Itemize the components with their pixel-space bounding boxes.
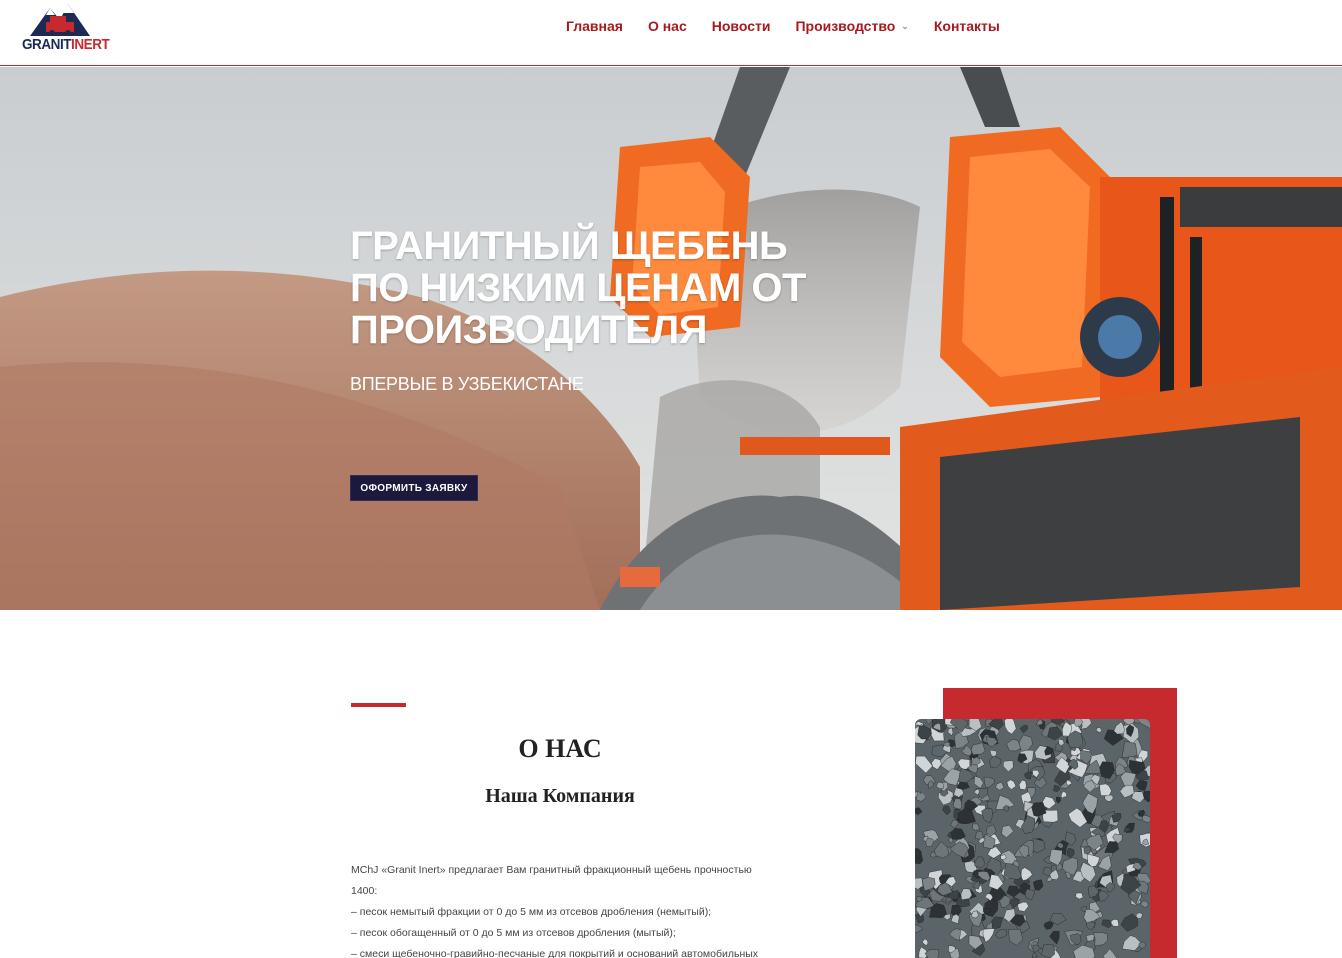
hero-subtitle: ВПЕРВЫЕ В УЗБЕКИСТАНЕ xyxy=(350,374,584,394)
about-title: О НАС xyxy=(518,734,602,763)
about-paragraph: – смеси щебеночно-гравийно-песчаные для … xyxy=(351,948,759,958)
site-header: GRANITINERT Главная О нас Новости Произв… xyxy=(0,0,1342,66)
about-paragraph: – песок немытый фракции от 0 до 5 мм из … xyxy=(351,906,712,918)
hero-title: Гранитный щебень по низким ценам от прои… xyxy=(350,224,806,352)
nav-item-contacts[interactable]: Контакты xyxy=(934,18,1000,34)
main-nav: Главная О нас Новости Производство ⌄ Конт… xyxy=(566,18,1025,34)
chevron-down-icon: ⌄ xyxy=(901,20,909,31)
nav-item-production[interactable]: Производство ⌄ xyxy=(795,18,908,34)
mountain-truck-icon xyxy=(30,4,90,36)
hero-banner: Гранитный щебень по низким ценам от прои… xyxy=(0,67,1342,610)
about-paragraph: MChJ «Granit Inert» предлагает Вам грани… xyxy=(351,864,752,897)
order-request-button[interactable]: ОФОРМИТЬ ЗАЯВКУ xyxy=(350,475,478,501)
nav-item-news[interactable]: Новости xyxy=(712,18,771,34)
about-text: MChJ «Granit Inert» предлагает Вам грани… xyxy=(351,860,771,958)
gravel-texture xyxy=(915,719,1150,958)
nav-item-about[interactable]: О нас xyxy=(648,18,687,34)
logo-text: GRANITINERT xyxy=(22,36,110,53)
section-accent-bar xyxy=(351,703,406,707)
granit-inert-logo[interactable]: GRANITINERT xyxy=(22,2,110,58)
nav-item-home[interactable]: Главная xyxy=(566,18,623,34)
about-paragraph: – песок обогащенный от 0 до 5 мм из отсе… xyxy=(351,927,676,939)
about-subtitle: Наша Компания xyxy=(485,785,635,807)
gravel-photo xyxy=(915,719,1150,958)
